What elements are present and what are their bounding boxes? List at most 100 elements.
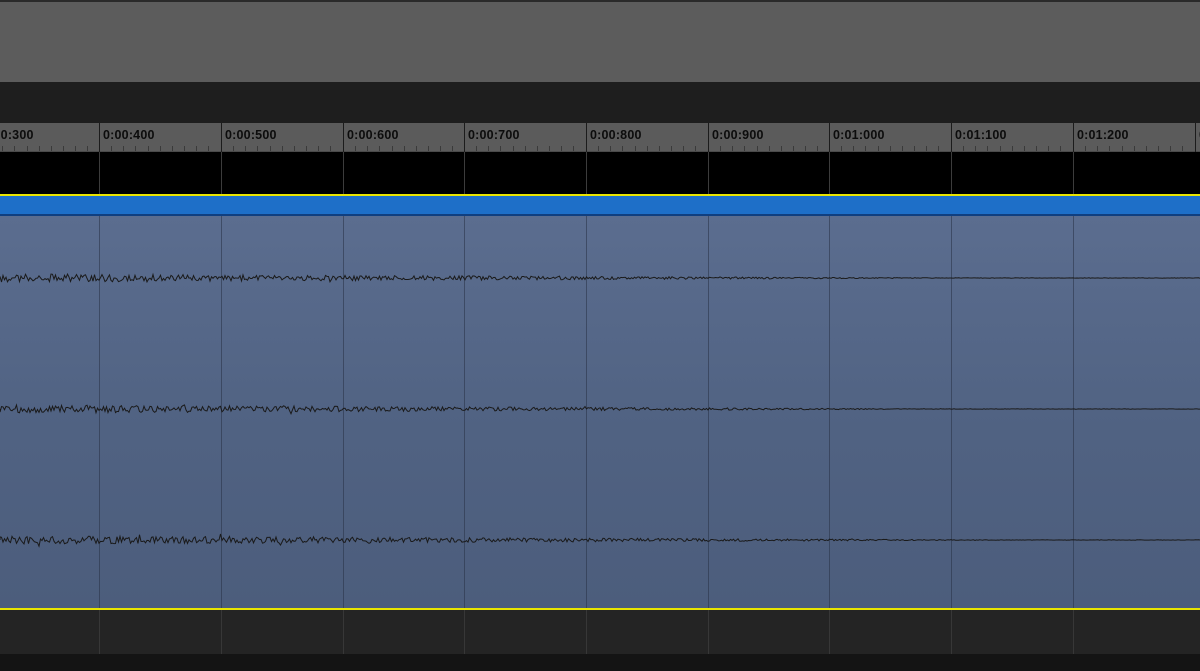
ruler-minor-tick — [1036, 146, 1037, 151]
bottom-strip — [0, 654, 1200, 671]
lower-lane-gridline — [99, 610, 100, 654]
ruler-minor-tick — [853, 146, 854, 151]
ruler-minor-tick — [428, 146, 429, 151]
ruler-minor-tick — [817, 146, 818, 151]
marker-lane-gridline — [464, 152, 465, 194]
timeline-ruler[interactable]: 0:00:300 0:00:400 0:00:500 0:00:600 0:00:700… — [0, 123, 1200, 152]
ruler-minor-tick — [379, 146, 380, 151]
ruler-time-label: 0:01:200 — [1077, 128, 1129, 142]
ruler-minor-tick — [1000, 146, 1001, 151]
audio-clip[interactable] — [0, 194, 1200, 610]
ruler-major-tick — [464, 123, 465, 152]
ruler-minor-tick — [720, 146, 721, 151]
ruler-minor-tick — [890, 146, 891, 151]
ruler-minor-tick — [208, 146, 209, 151]
marker-lane-gridline — [951, 152, 952, 194]
top-panel — [0, 0, 1200, 82]
ruler-minor-tick — [683, 146, 684, 151]
ruler-minor-tick — [1109, 146, 1110, 151]
ruler-minor-tick — [695, 146, 696, 151]
ruler-minor-tick — [148, 146, 149, 151]
lower-lane-gridline — [708, 610, 709, 654]
ruler-time-label: 0:00:500 — [225, 128, 277, 142]
ruler-minor-tick — [902, 146, 903, 151]
ruler-time-label: 0:00:800 — [590, 128, 642, 142]
ruler-minor-tick — [865, 146, 866, 151]
ruler-minor-tick — [476, 146, 477, 151]
ruler-minor-tick — [452, 146, 453, 151]
ruler-minor-tick — [51, 146, 52, 151]
ruler-minor-tick — [525, 146, 526, 151]
ruler-minor-tick — [87, 146, 88, 151]
lower-track-lane[interactable] — [0, 610, 1200, 654]
lower-lane-gridline — [951, 610, 952, 654]
ruler-major-tick — [586, 123, 587, 152]
ruler-minor-tick — [318, 146, 319, 151]
ruler-minor-tick — [14, 146, 15, 151]
marker-lane-gridline — [99, 152, 100, 194]
ruler-minor-tick — [769, 146, 770, 151]
ruler-minor-tick — [75, 146, 76, 151]
clip-header-bar[interactable] — [0, 196, 1200, 216]
ruler-time-label: 0:01:000 — [833, 128, 885, 142]
lower-lane-gridline — [221, 610, 222, 654]
ruler-major-tick — [951, 123, 952, 152]
ruler-minor-tick — [926, 146, 927, 151]
ruler-time-label: 0:00:400 — [103, 128, 155, 142]
ruler-minor-tick — [306, 146, 307, 151]
ruler-time-label: 0:01:100 — [955, 128, 1007, 142]
ruler-minor-tick — [500, 146, 501, 151]
marker-lane-gridline — [1073, 152, 1074, 194]
lower-lane-gridline — [464, 610, 465, 654]
ruler-minor-tick — [294, 146, 295, 151]
ruler-minor-tick — [1024, 146, 1025, 151]
ruler-minor-tick — [805, 146, 806, 151]
ruler-minor-tick — [111, 146, 112, 151]
waveform-channel-2 — [0, 403, 1200, 415]
ruler-minor-tick — [647, 146, 648, 151]
ruler-major-tick — [221, 123, 222, 152]
ruler-minor-tick — [184, 146, 185, 151]
ruler-time-label: 0:00:700 — [468, 128, 520, 142]
lower-lane-gridline — [829, 610, 830, 654]
ruler-minor-tick — [671, 146, 672, 151]
ruler-major-tick — [708, 123, 709, 152]
ruler-minor-tick — [160, 146, 161, 151]
lower-lane-gridline — [343, 610, 344, 654]
ruler-minor-tick — [1122, 146, 1123, 151]
ruler-minor-tick — [781, 146, 782, 151]
ruler-minor-tick — [1170, 146, 1171, 151]
ruler-minor-tick — [659, 146, 660, 151]
ruler-major-tick — [343, 123, 344, 152]
marker-lane[interactable] — [0, 152, 1200, 194]
ruler-minor-tick — [963, 146, 964, 151]
ruler-minor-tick — [27, 146, 28, 151]
ruler-minor-tick — [549, 146, 550, 151]
ruler-minor-tick — [793, 146, 794, 151]
ruler-minor-tick — [1097, 146, 1098, 151]
ruler-minor-tick — [987, 146, 988, 151]
ruler-minor-tick — [135, 146, 136, 151]
ruler-minor-tick — [1085, 146, 1086, 151]
ruler-minor-tick — [172, 146, 173, 151]
ruler-minor-tick — [270, 146, 271, 151]
marker-lane-gridline — [708, 152, 709, 194]
ruler-minor-tick — [63, 146, 64, 151]
ruler-minor-tick — [744, 146, 745, 151]
marker-lane-gridline — [586, 152, 587, 194]
marker-lane-gridline — [221, 152, 222, 194]
ruler-minor-tick — [1134, 146, 1135, 151]
ruler-minor-tick — [622, 146, 623, 151]
ruler-minor-tick — [404, 146, 405, 151]
lower-lane-gridline — [1073, 610, 1074, 654]
toolbar-band — [0, 82, 1200, 123]
ruler-minor-tick — [196, 146, 197, 151]
ruler-minor-tick — [732, 146, 733, 151]
waveform-channel-3 — [0, 533, 1200, 548]
ruler-minor-tick — [841, 146, 842, 151]
ruler-minor-tick — [573, 146, 574, 151]
marker-lane-gridline — [829, 152, 830, 194]
ruler-minor-tick — [975, 146, 976, 151]
ruler-minor-tick — [938, 146, 939, 151]
waveform-area[interactable] — [0, 216, 1200, 608]
